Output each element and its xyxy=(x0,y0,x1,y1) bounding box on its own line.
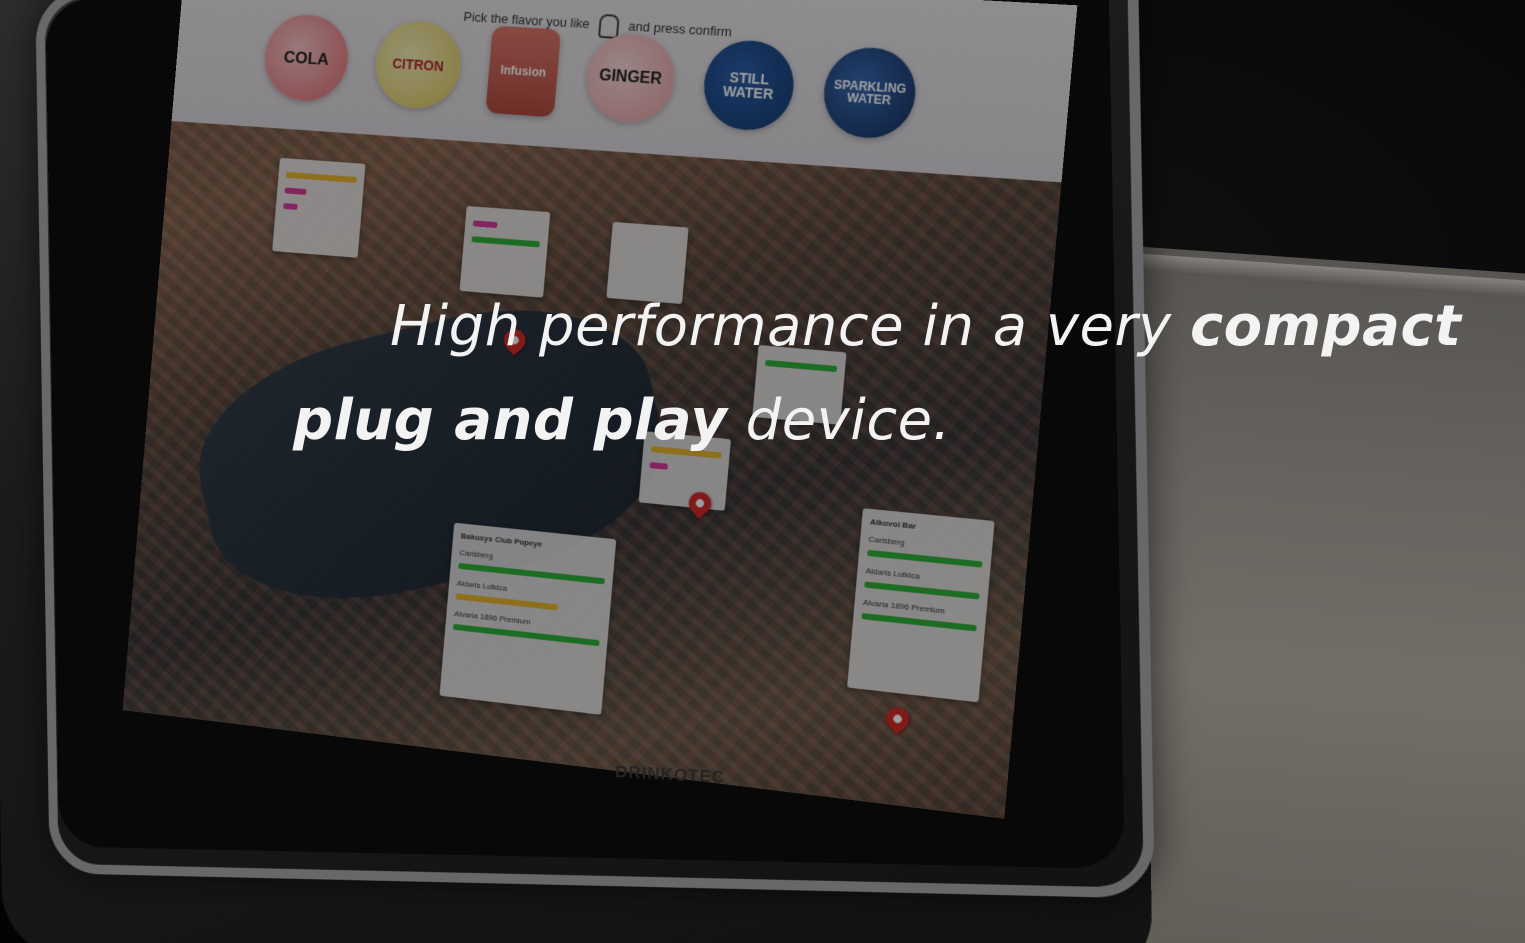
headline-line-1: High performance in a very compact xyxy=(390,294,1461,359)
headline-line2-light: device. xyxy=(745,388,951,453)
headline-line-2: plug and play device. xyxy=(293,388,951,453)
headline-line1-light: High performance in a very xyxy=(390,294,1172,359)
scene: Pick the flavor you like and press confi… xyxy=(0,0,1525,943)
headline-line2-bold: plug and play xyxy=(293,388,728,453)
dark-overlay xyxy=(0,0,1525,943)
headline-line1-bold: compact xyxy=(1189,294,1462,359)
